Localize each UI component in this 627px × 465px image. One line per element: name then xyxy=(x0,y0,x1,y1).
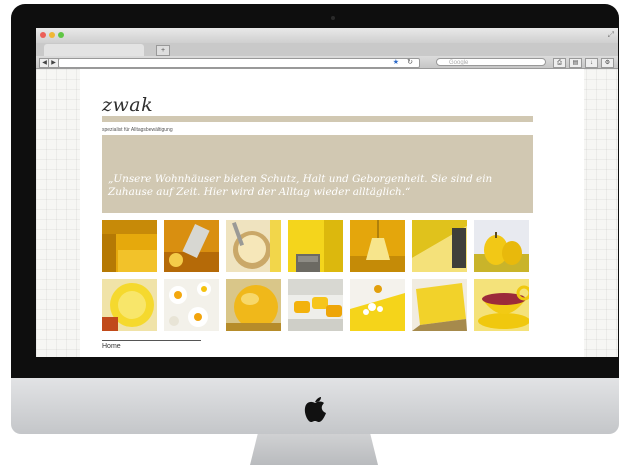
browser-tab[interactable] xyxy=(44,44,144,56)
minimize-window-button[interactable] xyxy=(49,32,55,38)
gallery-tile[interactable] xyxy=(350,220,405,272)
address-bar[interactable]: ★ ↻ xyxy=(58,58,420,68)
gallery-tile[interactable] xyxy=(288,279,343,331)
gallery-tile[interactable] xyxy=(350,279,405,331)
browser-window: ⤢ + ◀ ▶ ★ ↻ Google ⎙ ▤ ↓ ⚙ zwak speziali… xyxy=(36,28,618,357)
reader-icon[interactable]: ▤ xyxy=(569,58,582,68)
site-tagline: spezialist für Alltagsbewältigung xyxy=(102,127,173,133)
gallery-tile[interactable] xyxy=(102,279,157,331)
site-page: zwak spezialist für Alltagsbewältigung „… xyxy=(80,69,584,357)
footer-rule xyxy=(102,340,201,341)
monitor-stand xyxy=(250,434,378,465)
zoom-window-button[interactable] xyxy=(58,32,64,38)
web-viewport[interactable]: zwak spezialist für Alltagsbewältigung „… xyxy=(36,69,618,357)
fullscreen-icon[interactable]: ⤢ xyxy=(608,30,614,40)
close-window-button[interactable] xyxy=(40,32,46,38)
gallery-tile[interactable] xyxy=(412,279,467,331)
browser-toolbar: ◀ ▶ ★ ↻ Google ⎙ ▤ ↓ ⚙ xyxy=(36,56,618,69)
footer-home-link[interactable]: Home xyxy=(102,343,121,350)
gallery-tile[interactable] xyxy=(164,220,219,272)
gallery-tile[interactable] xyxy=(288,220,343,272)
gallery-tile[interactable] xyxy=(164,279,219,331)
gallery-tile[interactable] xyxy=(226,220,281,272)
gallery-tile[interactable] xyxy=(226,279,281,331)
gallery-tile[interactable] xyxy=(474,220,529,272)
header-bar xyxy=(102,116,533,122)
imac-device: ⤢ + ◀ ▶ ★ ↻ Google ⎙ ▤ ↓ ⚙ zwak speziali… xyxy=(11,4,619,434)
reload-button[interactable]: ↻ xyxy=(407,58,413,66)
gallery-tile[interactable] xyxy=(412,220,467,272)
apple-logo-icon xyxy=(304,397,326,422)
tab-bar: + xyxy=(36,43,618,57)
quote-text: „Unsere Wohnhäuser bieten Schutz, Halt u… xyxy=(108,173,493,198)
new-tab-button[interactable]: + xyxy=(156,45,170,56)
download-icon[interactable]: ↓ xyxy=(585,58,598,68)
search-input[interactable]: Google xyxy=(436,58,546,66)
share-icon[interactable]: ⎙ xyxy=(553,58,566,68)
gallery-tile[interactable] xyxy=(102,220,157,272)
quote-banner: „Unsere Wohnhäuser bieten Schutz, Halt u… xyxy=(102,135,533,213)
window-titlebar: ⤢ xyxy=(36,28,618,43)
site-logo[interactable]: zwak xyxy=(102,94,153,116)
gallery-tile[interactable] xyxy=(474,279,529,331)
settings-icon[interactable]: ⚙ xyxy=(601,58,614,68)
star-icon[interactable]: ★ xyxy=(393,58,399,66)
camera-dot xyxy=(331,16,335,20)
